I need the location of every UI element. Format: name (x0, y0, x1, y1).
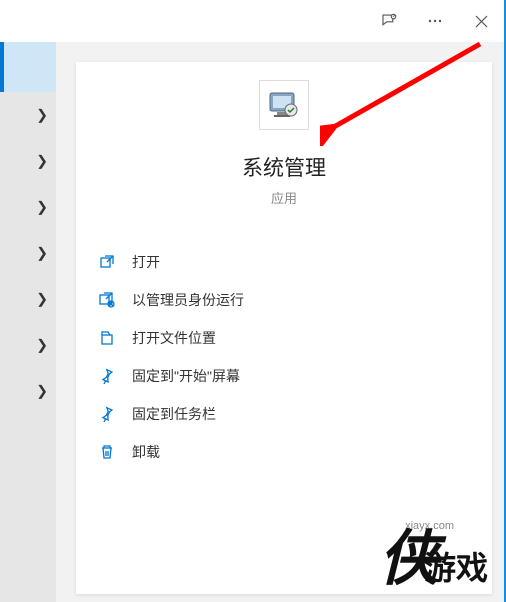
sidebar-item[interactable]: ❯ (0, 230, 56, 276)
menu-label: 固定到"开始"屏幕 (132, 366, 240, 386)
sidebar-item[interactable]: ❯ (0, 138, 56, 184)
title-bar (0, 0, 504, 42)
menu-pin-start[interactable]: 固定到"开始"屏幕 (76, 357, 492, 395)
sidebar-item[interactable]: ❯ (0, 276, 56, 322)
menu-label: 打开 (132, 252, 160, 272)
pin-start-icon (98, 367, 116, 385)
chevron-right-icon: ❯ (36, 383, 48, 400)
chevron-right-icon: ❯ (36, 337, 48, 354)
context-menu: 打开 以管理员身份运行 打开文件位置 (76, 243, 492, 471)
menu-label: 卸载 (132, 442, 160, 462)
pin-taskbar-icon (98, 405, 116, 423)
left-sidebar: ❯ ❯ ❯ ❯ ❯ ❯ ❯ (0, 42, 56, 602)
menu-open[interactable]: 打开 (76, 243, 492, 281)
admin-icon (98, 291, 116, 309)
menu-run-as-admin[interactable]: 以管理员身份运行 (76, 281, 492, 319)
chevron-right-icon: ❯ (36, 153, 48, 170)
sidebar-item[interactable]: ❯ (0, 322, 56, 368)
sidebar-item[interactable]: ❯ (0, 184, 56, 230)
more-button[interactable] (412, 0, 458, 42)
menu-pin-taskbar[interactable]: 固定到任务栏 (76, 395, 492, 433)
menu-open-location[interactable]: 打开文件位置 (76, 319, 492, 357)
app-icon-tile (259, 80, 309, 130)
app-hero: 系统管理 应用 (76, 62, 492, 207)
open-icon (98, 253, 116, 271)
app-details-panel: 系统管理 应用 打开 以管理员身份运行 (76, 62, 492, 594)
menu-label: 固定到任务栏 (132, 404, 216, 424)
chevron-right-icon: ❯ (36, 291, 48, 308)
chevron-right-icon: ❯ (36, 245, 48, 262)
menu-uninstall[interactable]: 卸载 (76, 433, 492, 471)
chevron-right-icon: ❯ (36, 199, 48, 216)
feedback-button[interactable] (366, 0, 412, 42)
sidebar-item[interactable]: ❯ (0, 92, 56, 138)
app-icon (268, 89, 300, 121)
chevron-right-icon: ❯ (36, 107, 48, 124)
app-title: 系统管理 (76, 152, 492, 182)
app-subtitle: 应用 (76, 188, 492, 207)
sidebar-item[interactable]: ❯ (0, 368, 56, 414)
close-button[interactable] (458, 0, 504, 42)
menu-label: 打开文件位置 (132, 328, 216, 348)
menu-label: 以管理员身份运行 (132, 290, 244, 310)
folder-icon (98, 329, 116, 347)
uninstall-icon (98, 443, 116, 461)
sidebar-item-selected[interactable] (0, 42, 56, 92)
